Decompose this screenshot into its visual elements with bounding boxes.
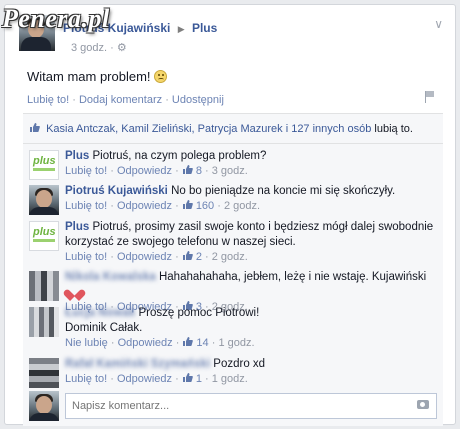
comment-author[interactable]: Rafał Kamiński Szymański [65,358,213,370]
comment-time[interactable]: 1 godz. [212,373,248,385]
heart-icon [68,285,81,297]
globe-icon: · ⚙ [110,42,127,54]
comment-time[interactable]: 3 godz. [212,165,248,177]
target-page-name[interactable]: Plus [192,21,217,35]
flag-icon[interactable] [425,91,435,103]
comment-text: No bo pieniądze na koncie mi się skończy… [171,185,396,197]
comment-reply-button[interactable]: Odpowiedz [117,200,172,212]
camera-icon[interactable] [417,400,429,409]
comment: plus Plus Piotruś, prosimy zasil swoje k… [23,215,443,263]
comment-like-button[interactable]: Lubię to! [65,251,107,263]
comment-author[interactable]: Nikola Kowalska [65,271,159,283]
share-button[interactable]: Udostępnij [172,94,224,106]
comment-input[interactable] [65,393,437,419]
blurred-avatar[interactable] [29,307,59,337]
thumbs-up-icon [182,251,193,260]
thumbs-up-icon [183,337,194,346]
comment-text: Hahahahahaha, jebłem, leżę i nie wstaję.… [158,271,427,283]
thumbs-up-icon [30,123,40,132]
plus-logo-avatar[interactable]: plus [29,150,59,180]
comment-reply-button[interactable]: Odpowiedz [118,337,173,349]
comment-text-line2: Dominik Całak. [65,322,143,334]
comment-like-button[interactable]: Lubię to! [65,200,107,212]
add-comment-button[interactable]: Dodaj komentarz [79,94,162,106]
post-timestamp[interactable]: 3 godz. · ⚙ [71,41,127,54]
blurred-avatar[interactable] [29,271,59,301]
comment-composer [29,391,437,421]
post-text: Witam mam problem! [27,69,167,84]
arrow-right-icon: ▶ [177,24,185,34]
comment-like-button[interactable]: Nie lubię [65,337,108,349]
comment: plus Plus Piotruś, na czym polega proble… [23,144,443,180]
thumbs-up-icon [182,165,193,174]
comment-author[interactable]: Łucja Nowak [65,307,139,319]
comment-time[interactable]: 2 godz. [212,251,248,263]
likers-names[interactable]: Kasia Antczak, Kamil Zieliński, Patrycja… [46,123,371,135]
like-button[interactable]: Lubię to! [27,94,69,106]
commenter-avatar[interactable] [29,185,59,215]
post-actions: Lubię to! · Dodaj komentarz · Udostępnij [27,94,224,106]
likes-summary: Kasia Antczak, Kamil Zieliński, Patrycja… [23,113,443,143]
comment-time[interactable]: 1 godz. [218,337,254,349]
plus-logo-avatar[interactable]: plus [29,221,59,251]
comment-like-count[interactable]: 8 [196,165,202,177]
comment-text: Piotruś, na czym polega problem? [92,150,267,162]
post-card: Piotruś Kujawiński ▶ Plus 3 godz. · ⚙ ∨ … [4,4,456,426]
sad-emoticon-icon [153,70,167,83]
comment-time[interactable]: 2 godz. [224,200,260,212]
comment-text: Proszę pomoc Piotrowi! [138,307,260,319]
chevron-down-icon[interactable]: ∨ [434,17,443,31]
comments-section: plus Plus Piotruś, na czym polega proble… [23,143,443,426]
comment-reply-button[interactable]: Odpowiedz [117,373,172,385]
comment-like-button[interactable]: Lubię to! [65,165,107,177]
comment-text: Piotruś, prosimy zasil swoje konto i będ… [65,221,434,248]
current-user-avatar[interactable] [29,391,59,421]
comment-like-count[interactable]: 1 [196,373,202,385]
thumbs-up-icon [182,373,193,382]
likes-suffix: lubią to. [374,123,413,135]
comment-author[interactable]: Plus [65,221,89,233]
blurred-avatar[interactable] [29,358,59,388]
comment-like-count[interactable]: 160 [196,200,214,212]
watermark: Penera.pl [2,4,110,33]
comment-reply-button[interactable]: Odpowiedz [117,165,172,177]
comment-like-count[interactable]: 14 [196,337,208,349]
comment-like-button[interactable]: Lubię to! [65,373,107,385]
comment-like-count[interactable]: 2 [196,251,202,263]
comment-reply-button[interactable]: Odpowiedz [117,251,172,263]
comment-author[interactable]: Plus [65,150,89,162]
comment-author[interactable]: Piotruś Kujawiński [65,185,168,197]
comment-text: Pozdro xd [213,358,266,370]
thumbs-up-icon [182,200,193,209]
